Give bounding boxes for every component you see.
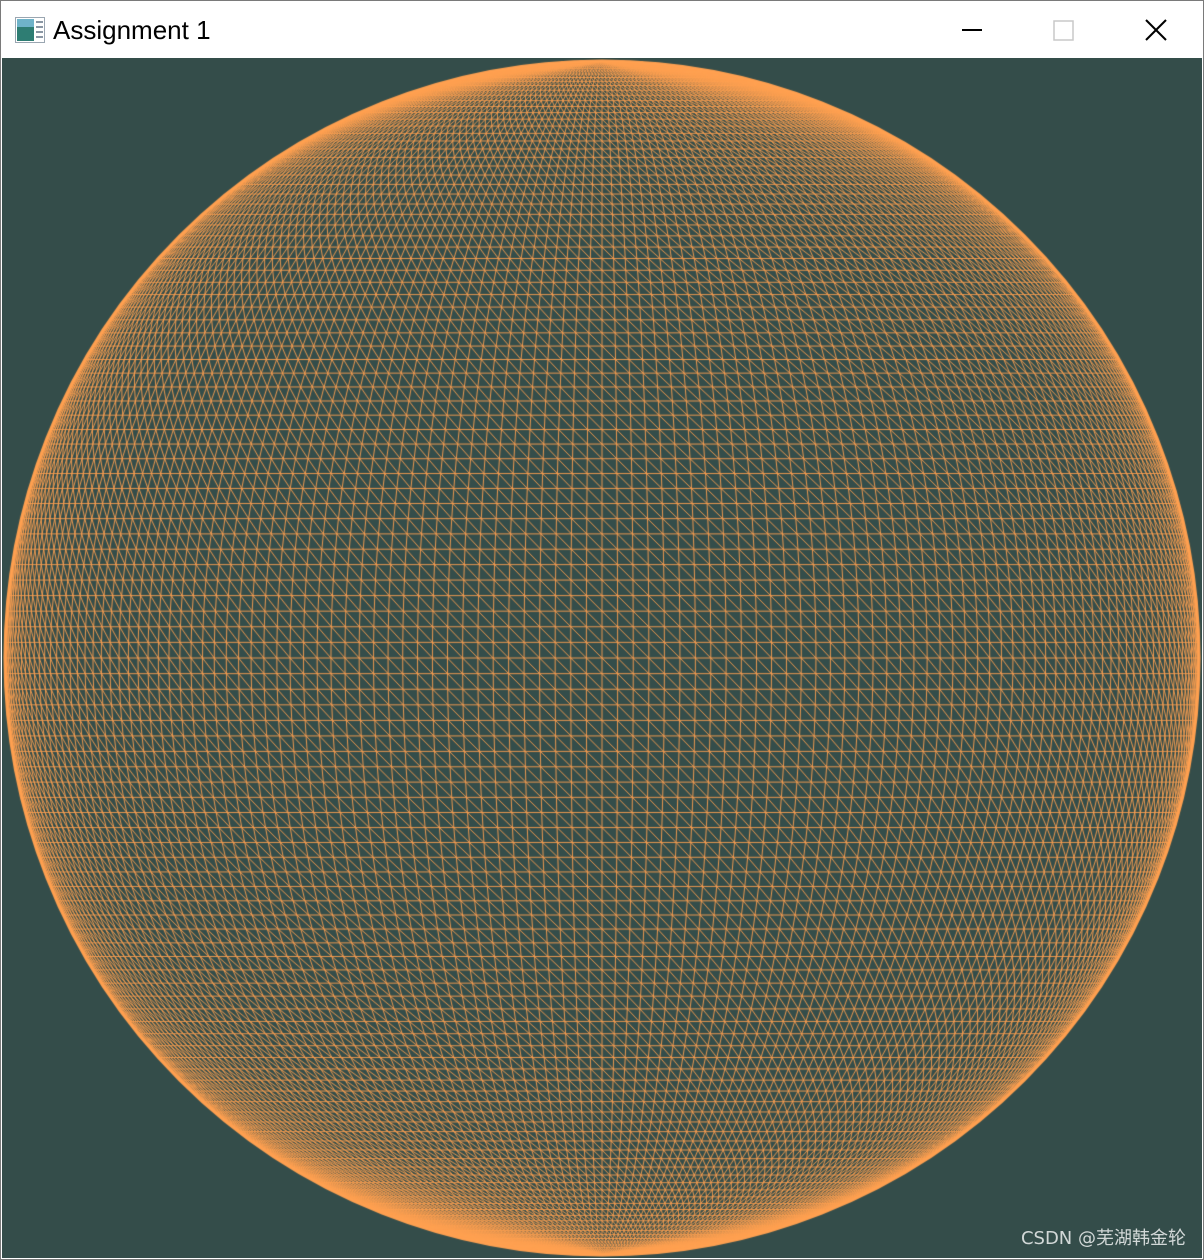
maximize-icon [1053, 20, 1074, 41]
application-window: Assignment 1 CSDN @芜湖韩金轮 [0, 0, 1204, 1260]
render-viewport[interactable]: CSDN @芜湖韩金轮 [2, 58, 1202, 1258]
watermark: CSDN @芜湖韩金轮 [1020, 1228, 1186, 1249]
close-button[interactable] [1110, 1, 1202, 58]
minimize-button[interactable] [926, 1, 1018, 58]
close-icon [1145, 19, 1167, 41]
maximize-button[interactable] [1018, 1, 1110, 58]
title-bar[interactable]: Assignment 1 [1, 1, 1203, 58]
window-title: Assignment 1 [53, 15, 211, 45]
minimize-icon [962, 29, 982, 31]
application-window-icon [15, 17, 45, 43]
wireframe-sphere [2, 58, 1202, 1258]
